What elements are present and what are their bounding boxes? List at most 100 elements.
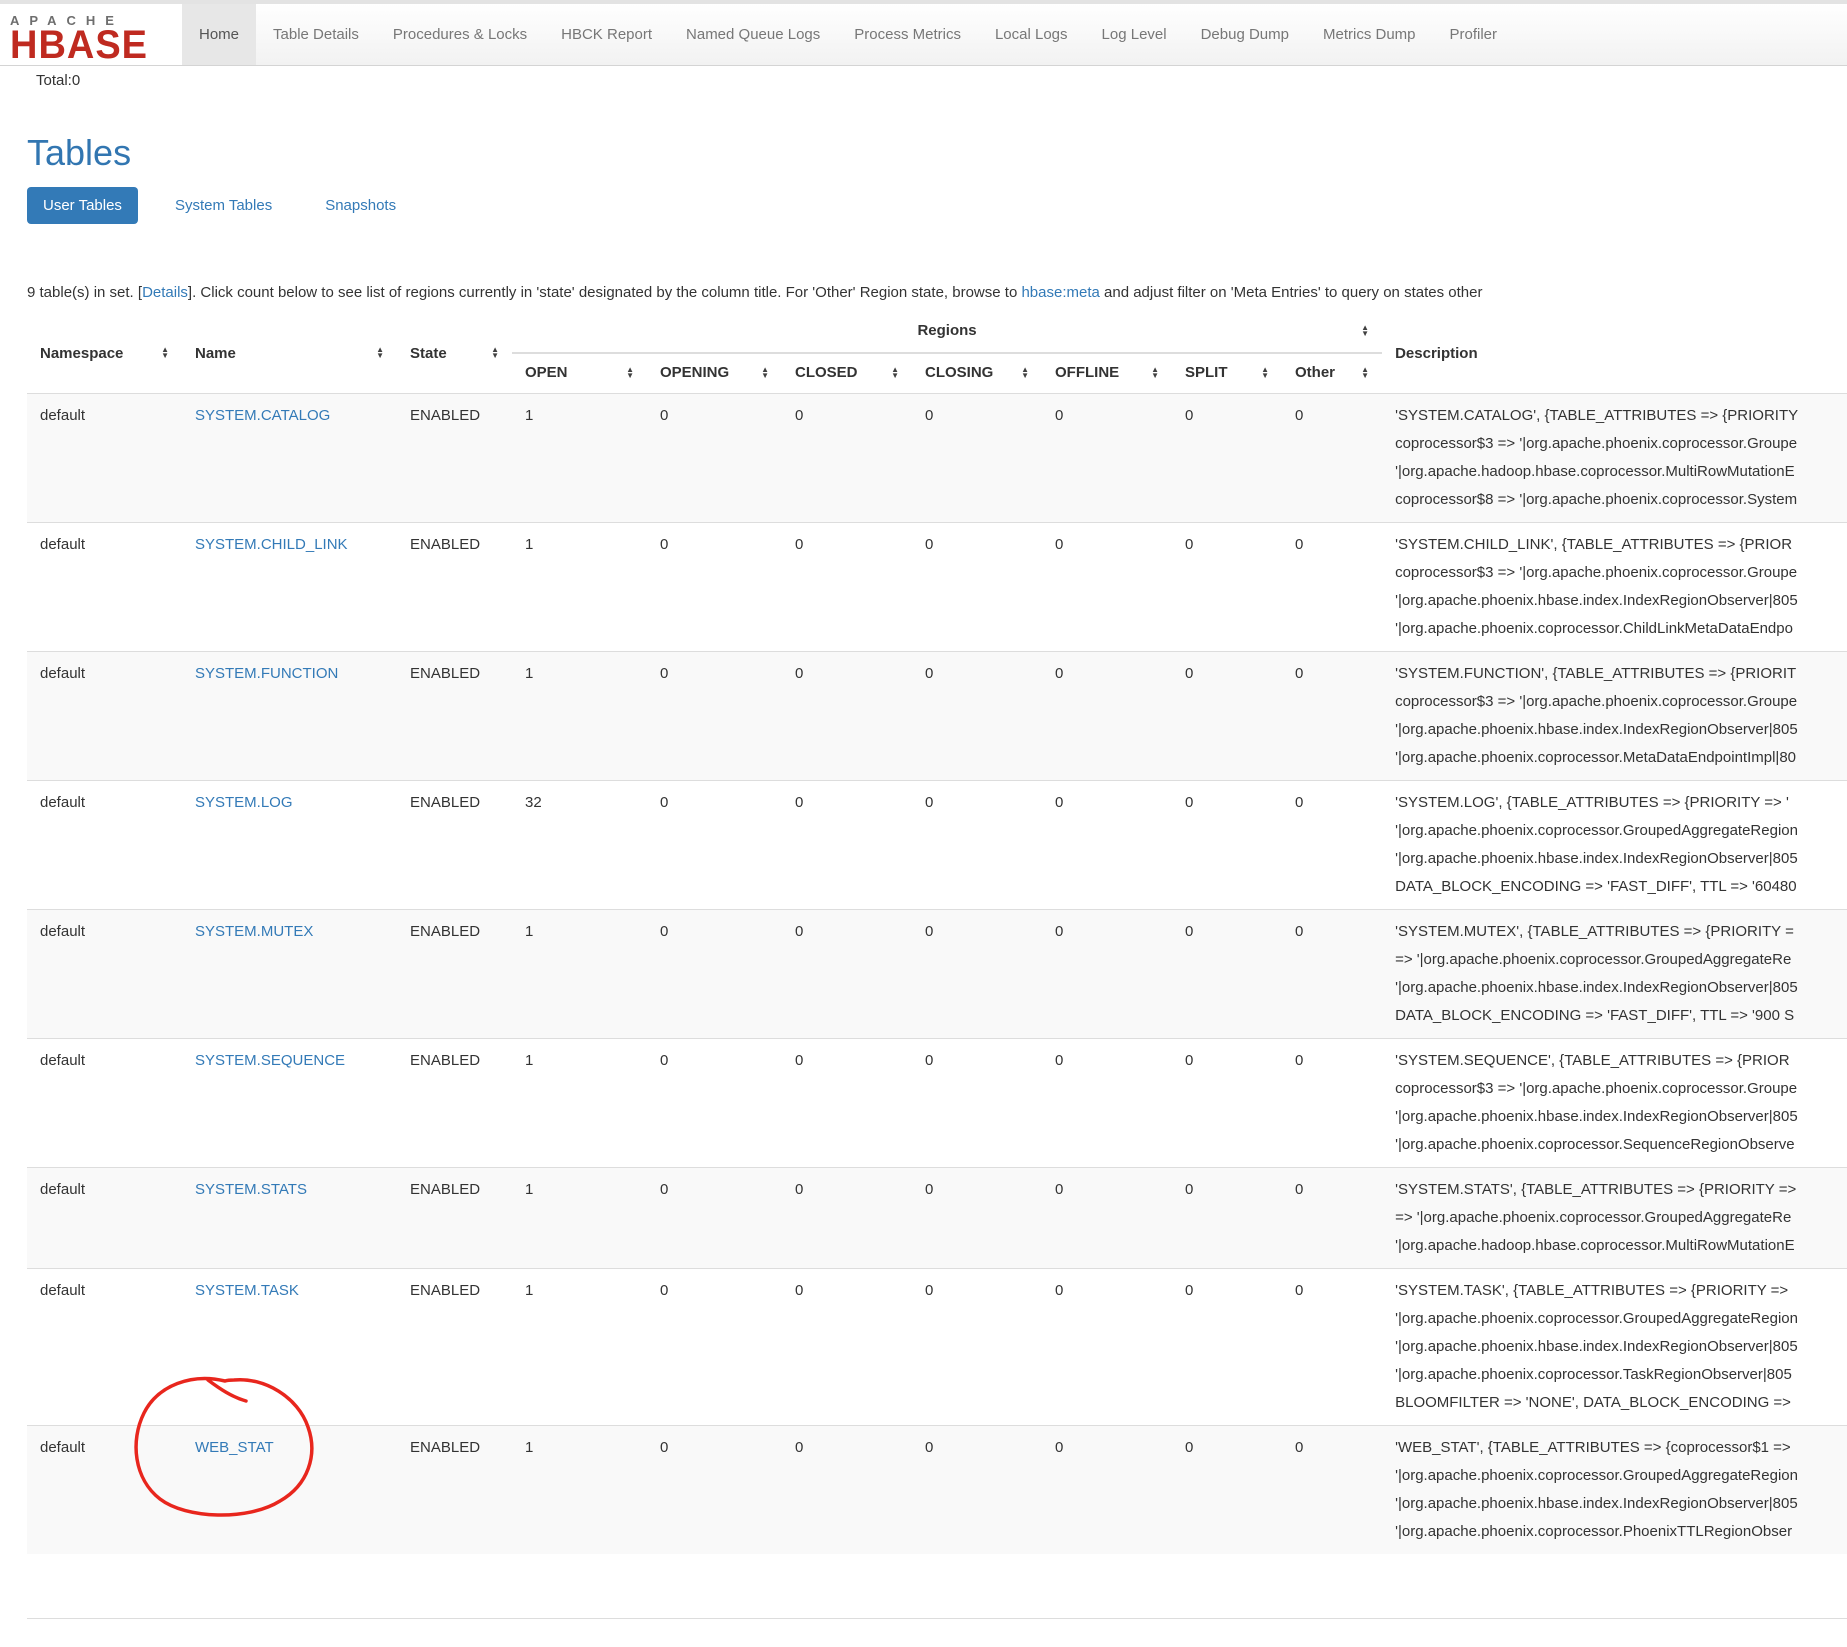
nav-item-metrics-dump[interactable]: Metrics Dump bbox=[1306, 4, 1433, 65]
region-count-split[interactable]: 0 bbox=[1172, 523, 1282, 652]
nav-link-named-queue-logs[interactable]: Named Queue Logs bbox=[669, 4, 837, 65]
tab-user-tables[interactable]: User Tables bbox=[27, 187, 138, 224]
region-count-closed[interactable]: 0 bbox=[782, 1269, 912, 1426]
col-group-regions[interactable]: Regions▲▼ bbox=[512, 313, 1382, 353]
region-count-split[interactable]: 0 bbox=[1172, 1269, 1282, 1426]
region-count-other[interactable]: 0 bbox=[1282, 781, 1382, 910]
region-count-closing[interactable]: 0 bbox=[912, 1039, 1042, 1168]
region-count-opening[interactable]: 0 bbox=[647, 1039, 782, 1168]
sort-icon[interactable]: ▲▼ bbox=[1261, 367, 1269, 379]
col-header-namespace[interactable]: Namespace▲▼ bbox=[27, 313, 182, 394]
table-link-system-function[interactable]: SYSTEM.FUNCTION bbox=[195, 665, 338, 682]
tab-snapshots[interactable]: Snapshots bbox=[309, 187, 412, 224]
sort-icon[interactable]: ▲▼ bbox=[1151, 367, 1159, 379]
region-count-opening[interactable]: 0 bbox=[647, 910, 782, 1039]
sort-icon[interactable]: ▲▼ bbox=[761, 367, 769, 379]
region-count-closing[interactable]: 0 bbox=[912, 394, 1042, 523]
sort-icon[interactable]: ▲▼ bbox=[376, 347, 384, 359]
region-count-open[interactable]: 1 bbox=[512, 652, 647, 781]
sort-icon[interactable]: ▲▼ bbox=[1021, 367, 1029, 379]
col-header-other[interactable]: Other▲▼ bbox=[1282, 353, 1382, 394]
nav-link-debug-dump[interactable]: Debug Dump bbox=[1184, 4, 1306, 65]
table-link-system-stats[interactable]: SYSTEM.STATS bbox=[195, 1181, 307, 1198]
nav-link-log-level[interactable]: Log Level bbox=[1085, 4, 1184, 65]
table-link-system-mutex[interactable]: SYSTEM.MUTEX bbox=[195, 923, 313, 940]
nav-item-named-queue-logs[interactable]: Named Queue Logs bbox=[669, 4, 837, 65]
region-count-split[interactable]: 0 bbox=[1172, 1168, 1282, 1269]
region-count-closed[interactable]: 0 bbox=[782, 652, 912, 781]
table-link-system-child-link[interactable]: SYSTEM.CHILD_LINK bbox=[195, 536, 348, 553]
nav-item-home[interactable]: Home bbox=[182, 4, 256, 65]
region-count-other[interactable]: 0 bbox=[1282, 394, 1382, 523]
region-count-closing[interactable]: 0 bbox=[912, 1269, 1042, 1426]
nav-item-process-metrics[interactable]: Process Metrics bbox=[837, 4, 978, 65]
region-count-closing[interactable]: 0 bbox=[912, 523, 1042, 652]
col-header-split[interactable]: SPLIT▲▼ bbox=[1172, 353, 1282, 394]
hbase-meta-link[interactable]: hbase:meta bbox=[1021, 284, 1099, 301]
region-count-other[interactable]: 0 bbox=[1282, 523, 1382, 652]
region-count-closing[interactable]: 0 bbox=[912, 910, 1042, 1039]
region-count-opening[interactable]: 0 bbox=[647, 781, 782, 910]
sort-icon[interactable]: ▲▼ bbox=[1361, 367, 1369, 379]
sort-icon[interactable]: ▲▼ bbox=[491, 347, 499, 359]
table-link-system-catalog[interactable]: SYSTEM.CATALOG bbox=[195, 407, 330, 424]
col-header-state[interactable]: State▲▼ bbox=[397, 313, 512, 394]
region-count-closing[interactable]: 0 bbox=[912, 1426, 1042, 1555]
details-link[interactable]: Details bbox=[142, 284, 188, 301]
region-count-opening[interactable]: 0 bbox=[647, 523, 782, 652]
col-header-offline[interactable]: OFFLINE▲▼ bbox=[1042, 353, 1172, 394]
region-count-opening[interactable]: 0 bbox=[647, 1269, 782, 1426]
nav-item-local-logs[interactable]: Local Logs bbox=[978, 4, 1085, 65]
region-count-other[interactable]: 0 bbox=[1282, 1269, 1382, 1426]
region-count-split[interactable]: 0 bbox=[1172, 781, 1282, 910]
sort-icon[interactable]: ▲▼ bbox=[626, 367, 634, 379]
hbase-logo[interactable]: APACHE HBASE bbox=[0, 4, 182, 65]
region-count-closing[interactable]: 0 bbox=[912, 1168, 1042, 1269]
region-count-offline[interactable]: 0 bbox=[1042, 523, 1172, 652]
region-count-split[interactable]: 0 bbox=[1172, 394, 1282, 523]
region-count-closed[interactable]: 0 bbox=[782, 1039, 912, 1168]
nav-item-profiler[interactable]: Profiler bbox=[1433, 4, 1515, 65]
nav-link-metrics-dump[interactable]: Metrics Dump bbox=[1306, 4, 1433, 65]
nav-link-home[interactable]: Home bbox=[182, 4, 256, 65]
table-link-system-sequence[interactable]: SYSTEM.SEQUENCE bbox=[195, 1052, 345, 1069]
table-link-system-task[interactable]: SYSTEM.TASK bbox=[195, 1282, 299, 1299]
sort-icon[interactable]: ▲▼ bbox=[1361, 325, 1369, 337]
region-count-open[interactable]: 1 bbox=[512, 1168, 647, 1269]
region-count-closed[interactable]: 0 bbox=[782, 1168, 912, 1269]
region-count-offline[interactable]: 0 bbox=[1042, 1039, 1172, 1168]
col-header-name[interactable]: Name▲▼ bbox=[182, 313, 397, 394]
region-count-other[interactable]: 0 bbox=[1282, 1039, 1382, 1168]
region-count-offline[interactable]: 0 bbox=[1042, 1168, 1172, 1269]
region-count-opening[interactable]: 0 bbox=[647, 1426, 782, 1555]
region-count-closing[interactable]: 0 bbox=[912, 652, 1042, 781]
col-header-closing[interactable]: CLOSING▲▼ bbox=[912, 353, 1042, 394]
region-count-open[interactable]: 32 bbox=[512, 781, 647, 910]
col-header-opening[interactable]: OPENING▲▼ bbox=[647, 353, 782, 394]
nav-item-log-level[interactable]: Log Level bbox=[1085, 4, 1184, 65]
region-count-open[interactable]: 1 bbox=[512, 1426, 647, 1555]
region-count-closed[interactable]: 0 bbox=[782, 394, 912, 523]
region-count-closing[interactable]: 0 bbox=[912, 781, 1042, 910]
region-count-closed[interactable]: 0 bbox=[782, 523, 912, 652]
region-count-split[interactable]: 0 bbox=[1172, 1426, 1282, 1555]
region-count-other[interactable]: 0 bbox=[1282, 1168, 1382, 1269]
table-link-system-log[interactable]: SYSTEM.LOG bbox=[195, 794, 293, 811]
nav-item-procedures-locks[interactable]: Procedures & Locks bbox=[376, 4, 544, 65]
region-count-offline[interactable]: 0 bbox=[1042, 394, 1172, 523]
tab-system-tables[interactable]: System Tables bbox=[159, 187, 288, 224]
region-count-opening[interactable]: 0 bbox=[647, 652, 782, 781]
region-count-closed[interactable]: 0 bbox=[782, 910, 912, 1039]
region-count-open[interactable]: 1 bbox=[512, 394, 647, 523]
nav-link-hbck-report[interactable]: HBCK Report bbox=[544, 4, 669, 65]
region-count-closed[interactable]: 0 bbox=[782, 781, 912, 910]
region-count-offline[interactable]: 0 bbox=[1042, 652, 1172, 781]
region-count-split[interactable]: 0 bbox=[1172, 652, 1282, 781]
region-count-other[interactable]: 0 bbox=[1282, 652, 1382, 781]
region-count-open[interactable]: 1 bbox=[512, 1269, 647, 1426]
region-count-offline[interactable]: 0 bbox=[1042, 910, 1172, 1039]
col-header-open[interactable]: OPEN▲▼ bbox=[512, 353, 647, 394]
region-count-other[interactable]: 0 bbox=[1282, 910, 1382, 1039]
nav-link-profiler[interactable]: Profiler bbox=[1433, 4, 1515, 65]
region-count-offline[interactable]: 0 bbox=[1042, 781, 1172, 910]
